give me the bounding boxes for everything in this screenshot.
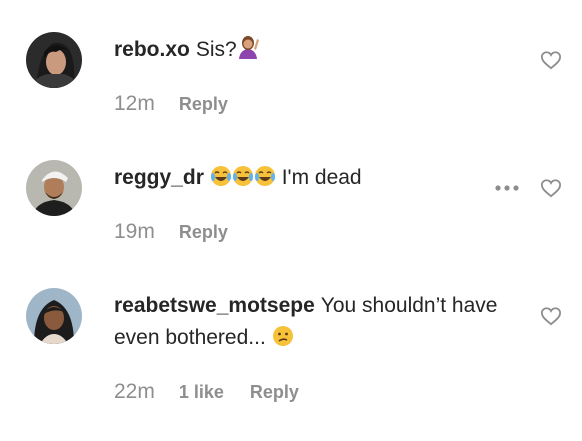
comment-meta: 19m Reply — [114, 220, 254, 244]
confused-face-icon — [272, 325, 294, 357]
like-count[interactable]: 1 like — [179, 382, 224, 402]
comment-timestamp: 22m — [114, 380, 155, 403]
comment-meta: 12m Reply — [114, 92, 254, 116]
comment-body: Sis? — [195, 38, 237, 61]
reply-button[interactable]: Reply — [179, 94, 228, 114]
tears-of-joy-icon — [210, 165, 232, 197]
comment-text: rebo.xo Sis? — [114, 34, 259, 69]
tears-of-joy-icon — [232, 165, 254, 197]
comment-username[interactable]: rebo.xo — [114, 38, 190, 61]
tears-of-joy-icon — [254, 165, 276, 197]
comment-username[interactable]: reabetswe_motsepe — [114, 294, 315, 317]
reply-button[interactable]: Reply — [179, 222, 228, 242]
comment-timestamp: 19m — [114, 220, 155, 243]
comment-text: reggy_dr I'm dead — [114, 162, 362, 197]
more-options-icon[interactable] — [494, 184, 520, 192]
comment-text: reabetswe_motsepe You shouldn’t have even… — [114, 290, 514, 357]
heart-icon[interactable] — [540, 306, 562, 326]
avatar[interactable] — [26, 160, 82, 216]
comment-username[interactable]: reggy_dr — [114, 166, 204, 189]
woman-raising-hand-icon — [237, 35, 259, 69]
comment-timestamp: 12m — [114, 92, 155, 115]
heart-icon[interactable] — [540, 50, 562, 70]
heart-icon[interactable] — [540, 178, 562, 198]
comment-meta: 22m 1 like Reply — [114, 380, 325, 404]
reply-button[interactable]: Reply — [250, 382, 299, 402]
comment-body: I'm dead — [281, 166, 362, 189]
avatar[interactable] — [26, 32, 82, 88]
avatar[interactable] — [26, 288, 82, 344]
